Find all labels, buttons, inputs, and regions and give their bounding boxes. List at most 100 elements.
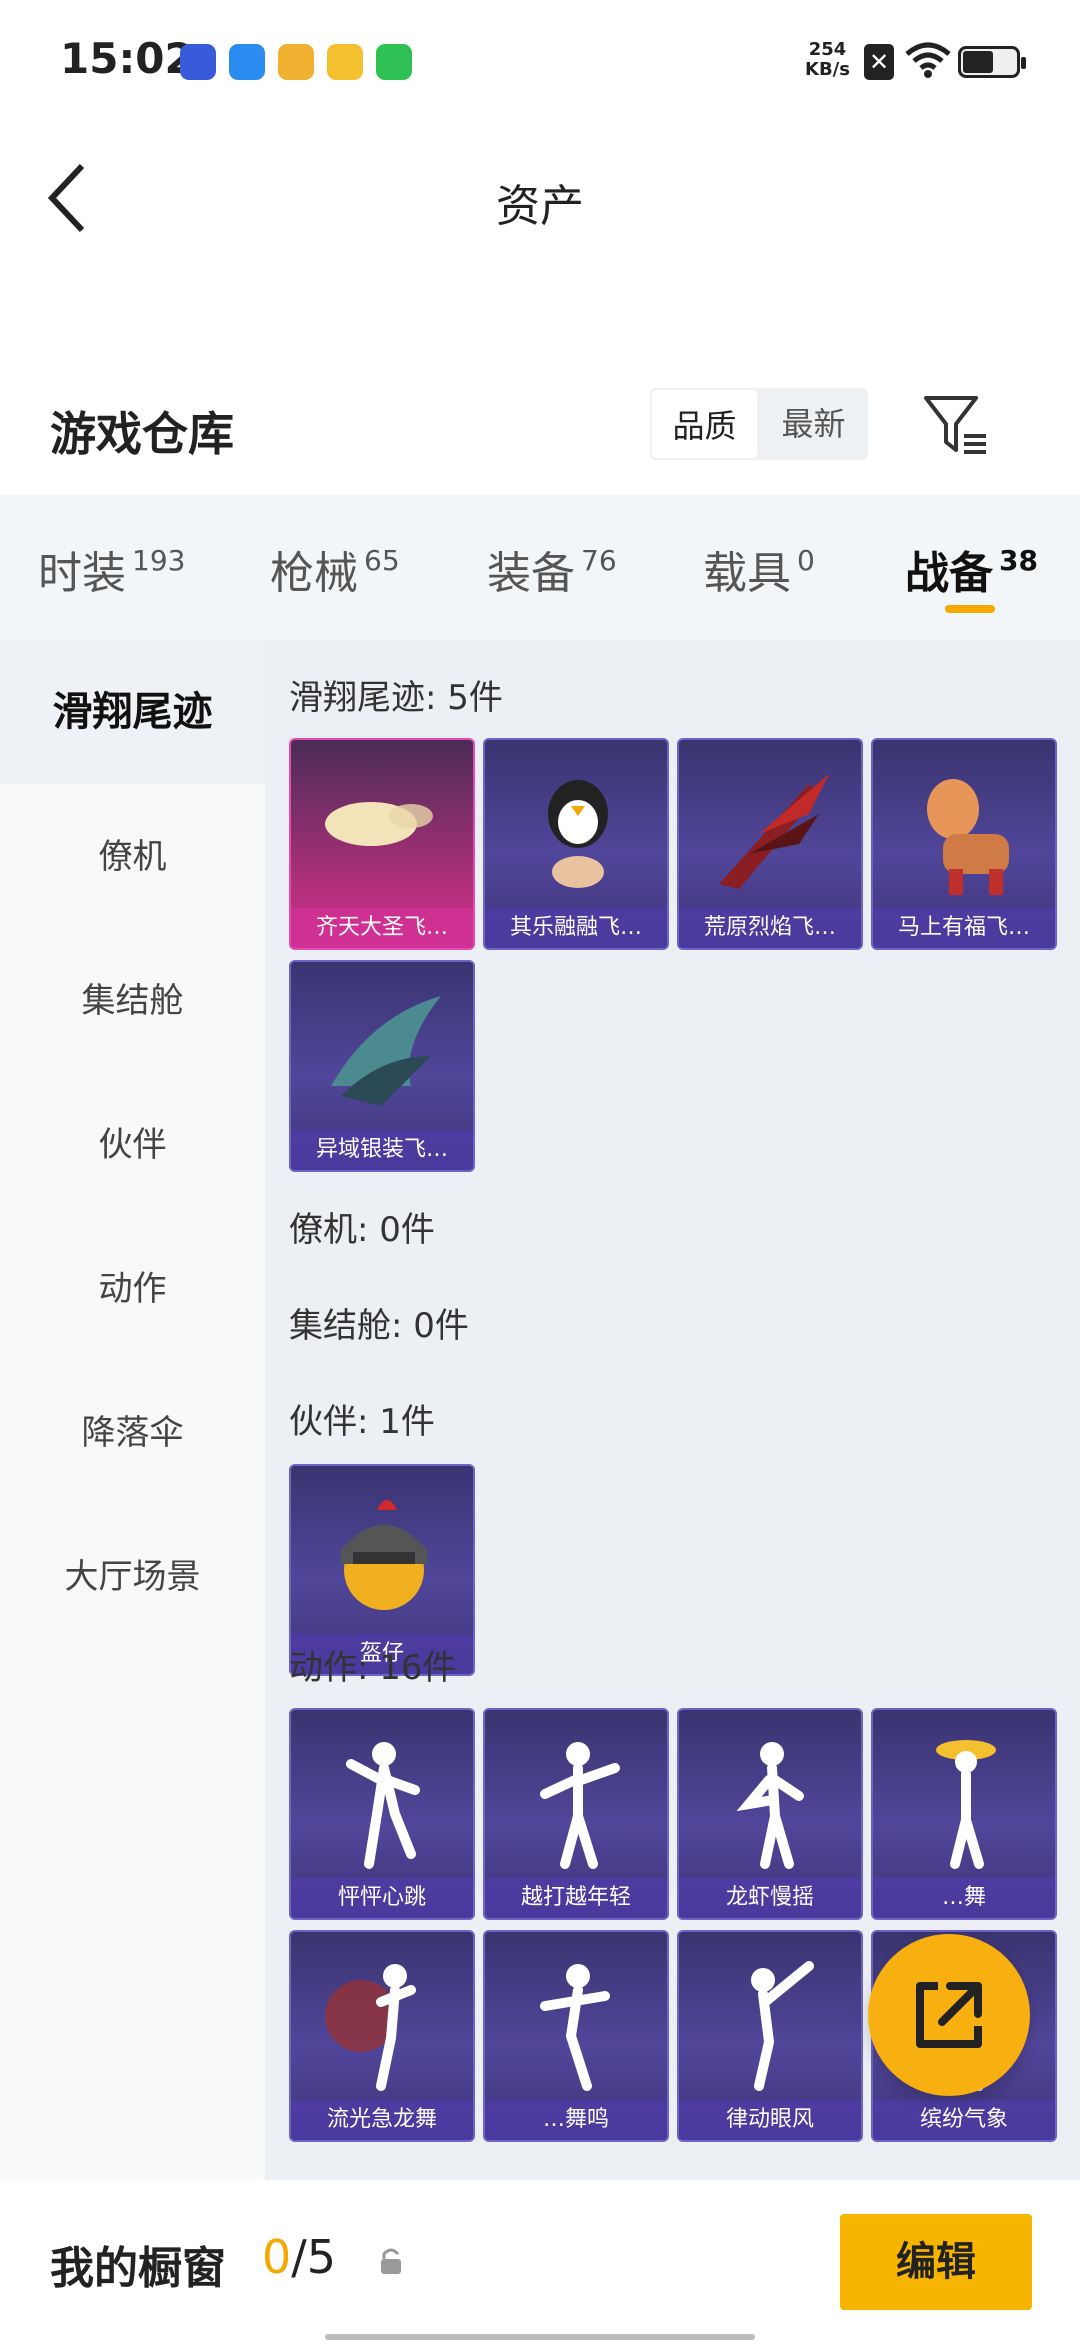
wechat-app-icon [376, 44, 412, 80]
dance-figure-icon [736, 1742, 804, 1869]
dance-hat-figure-icon [936, 1740, 996, 1869]
sidenav-item-partner[interactable]: 伙伴 [0, 1073, 265, 1217]
tab-label: 载具 [703, 548, 791, 599]
browser-app-icon [229, 44, 265, 80]
showcase-count: 0/5 [262, 2230, 336, 2284]
item-card-label: 缤纷气象 [873, 2100, 1055, 2140]
sort-newest-button[interactable]: 最新 [759, 388, 868, 460]
battery-icon [958, 46, 1026, 78]
sort-quality-button[interactable]: 品质 [650, 388, 759, 460]
tab-label: 战备 [905, 548, 993, 599]
external-link-icon [916, 1982, 982, 2048]
dance-figure-icon [346, 1742, 420, 1869]
sidenav-item-wingman[interactable]: 僚机 [0, 785, 265, 929]
tab-label: 时装 [38, 548, 126, 599]
filter-icon[interactable] [920, 390, 990, 460]
item-card[interactable]: 龙虾慢摇 [677, 1708, 863, 1920]
item-card[interactable]: 荒原烈焰飞… [677, 738, 863, 950]
network-speed: 254 KB/s [805, 40, 850, 80]
game-app-icon [278, 44, 314, 80]
sort-toggle: 品质 最新 [650, 388, 868, 460]
sidenav-item-glide-trail[interactable]: 滑翔尾迹 [0, 640, 265, 784]
home-indicator [325, 2334, 755, 2340]
page-header: 资产 [0, 120, 1080, 330]
item-card[interactable]: …舞 [871, 1708, 1057, 1920]
tab-count: 193 [132, 544, 186, 577]
category-tabs: 时装 193 枪械 65 装备 76 载具 0 战备 38 [0, 495, 1080, 640]
item-card[interactable]: 异域银装飞… [289, 960, 475, 1172]
tab-count: 0 [797, 544, 815, 577]
silver-wing-trail-icon [331, 996, 441, 1106]
horse-trail-icon [927, 779, 1009, 895]
item-card[interactable]: …舞鸣 [483, 1930, 669, 2142]
item-card-label: 荒原烈焰飞… [679, 908, 861, 948]
item-card[interactable]: 马上有福飞… [871, 738, 1057, 950]
sidenav-item-emote[interactable]: 动作 [0, 1217, 265, 1361]
dance-figure-icon [540, 1964, 610, 2091]
item-card[interactable]: 怦怦心跳 [289, 1708, 475, 1920]
showcase-bar: 我的橱窗 0/5 编辑 [0, 2180, 1080, 2344]
sidenav-item-assembly[interactable]: 集结舱 [0, 929, 265, 1073]
lock-icon [381, 2248, 401, 2274]
edit-button[interactable]: 编辑 [840, 2214, 1032, 2310]
flame-wing-trail-icon [719, 774, 829, 889]
item-card-label: 怦怦心跳 [291, 1878, 473, 1918]
item-card-label: 越打越年轻 [485, 1878, 667, 1918]
tab-label: 装备 [487, 548, 575, 599]
network-speed-unit: KB/s [805, 59, 850, 80]
tab-count: 38 [999, 544, 1038, 577]
network-speed-value: 254 [808, 39, 847, 60]
item-card-label: 流光急龙舞 [291, 2100, 473, 2140]
status-time: 15:02 [60, 34, 194, 83]
status-app-icons [180, 44, 412, 80]
showcase-total: /5 [291, 2230, 337, 2284]
section-title-emote: 动作: 16件 [289, 1648, 457, 1688]
item-card-label: 龙虾慢摇 [679, 1878, 861, 1918]
sidenav-item-lobby-scene[interactable]: 大厅场景 [0, 1505, 265, 1649]
item-card-label: 马上有福飞… [873, 908, 1055, 948]
bulb-app-icon [327, 44, 363, 80]
item-card[interactable]: 流光急龙舞 [289, 1930, 475, 2142]
item-card-label: …舞鸣 [485, 2100, 667, 2140]
page-title: 资产 [496, 181, 584, 232]
tab-count: 76 [581, 544, 617, 577]
share-fab-button[interactable] [868, 1934, 1030, 2096]
active-tab-indicator [945, 605, 995, 613]
sidenav-item-parachute[interactable]: 降落伞 [0, 1361, 265, 1505]
cloud-trail-icon [325, 802, 433, 846]
warehouse-header: 游戏仓库 品质 最新 [0, 370, 1080, 490]
item-card-label: 其乐融融飞… [485, 908, 667, 948]
section-title-partner: 伙伴: 1件 [289, 1402, 435, 1442]
section-title-glide: 滑翔尾迹: 5件 [289, 678, 503, 718]
item-card[interactable]: 其乐融融飞… [483, 738, 669, 950]
dance-figure-icon [325, 1964, 416, 2091]
tab-count: 65 [364, 544, 400, 577]
no-sim-icon: ✕ [864, 44, 894, 80]
vivo-app-icon [180, 44, 216, 80]
section-title-wingman: 僚机: 0件 [289, 1210, 435, 1250]
showcase-label: 我的橱窗 [50, 2243, 226, 2294]
item-card-label: …舞 [873, 1878, 1055, 1918]
tab-firearms[interactable]: 枪械 65 [270, 537, 400, 601]
item-card-label: 齐天大圣飞… [291, 908, 473, 948]
sidenav-filler [0, 1649, 265, 2180]
item-card[interactable]: 律动眼风 [677, 1930, 863, 2142]
helmet-chick-icon [341, 1500, 427, 1610]
side-nav: 滑翔尾迹 僚机 集结舱 伙伴 动作 降落伞 大厅场景 [0, 640, 265, 2180]
penguin-trail-icon [548, 780, 608, 888]
wifi-icon [905, 42, 951, 78]
tab-equipment[interactable]: 装备 76 [487, 537, 617, 601]
item-card[interactable]: 齐天大圣飞… [289, 738, 475, 950]
showcase-current: 0 [262, 2230, 292, 2284]
item-card-label: 异域银装飞… [291, 1130, 473, 1170]
section-title-assembly: 集结舱: 0件 [289, 1306, 469, 1346]
tab-battle-gear[interactable]: 战备 38 [905, 537, 1038, 601]
item-card[interactable]: 越打越年轻 [483, 1708, 669, 1920]
item-card-label: 律动眼风 [679, 2100, 861, 2140]
tab-label: 枪械 [270, 548, 358, 599]
dance-figure-icon [751, 1961, 814, 2091]
tab-fashion[interactable]: 时装 193 [38, 537, 185, 601]
status-bar: 15:02 254 KB/s ✕ [0, 0, 1080, 120]
tab-vehicles[interactable]: 载具 0 [703, 537, 815, 601]
warehouse-title: 游戏仓库 [50, 407, 234, 461]
